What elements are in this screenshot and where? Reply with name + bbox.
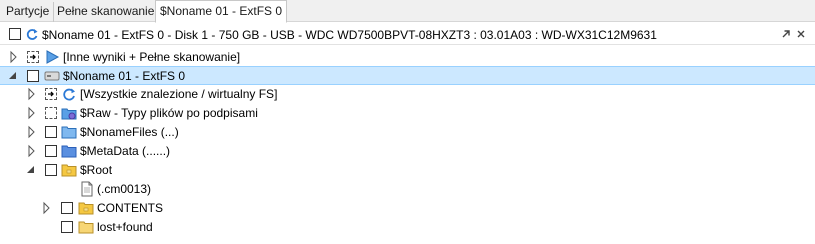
tree-item-label: [Inne wyniki + Pełne skanowanie] (63, 50, 241, 64)
expand-arrow-icon[interactable] (9, 50, 19, 64)
tree-checkbox[interactable] (27, 70, 39, 82)
tree-row[interactable]: $Raw - Typy plików po podpisami (0, 104, 815, 123)
raw-folder-icon (61, 105, 77, 121)
folder-yellow-icon (61, 162, 77, 178)
refresh-icon (61, 86, 77, 102)
drive-icon (44, 68, 60, 84)
expand-arrow-icon[interactable] (27, 106, 37, 120)
tree-item-label: $NonameFiles (...) (80, 125, 179, 139)
tree-item-label: lost+found (97, 220, 153, 234)
expand-arrow-icon[interactable] (27, 87, 37, 101)
play-icon (44, 49, 60, 65)
tree-item-label: $Raw - Typy plików po podpisami (80, 106, 258, 120)
tree-checkbox[interactable] (27, 51, 39, 63)
folder-yellow-icon (78, 219, 94, 235)
collapse-arrow-icon[interactable] (26, 163, 36, 177)
tree-row[interactable]: [Wszystkie znalezione / wirtualny FS] (0, 85, 815, 104)
tree-row[interactable]: [Inne wyniki + Pełne skanowanie] (0, 48, 815, 67)
tab-partycje[interactable]: Partycje (2, 2, 55, 22)
undock-icon[interactable] (780, 28, 794, 42)
tree-item-label: $Root (80, 163, 113, 177)
tree-row[interactable]: (.cm0013) (0, 180, 815, 199)
tab-strip: Partycje Pełne skanowanie $Noname 01 - E… (0, 0, 815, 23)
tab-pelne-skanowanie[interactable]: Pełne skanowanie (53, 2, 158, 22)
header-checkbox[interactable] (9, 28, 21, 40)
expand-arrow-icon[interactable] (27, 144, 37, 158)
tree-checkbox[interactable] (61, 202, 73, 214)
tree-row[interactable]: lost+found (0, 218, 815, 237)
tree-checkbox[interactable] (45, 164, 57, 176)
collapse-arrow-icon[interactable] (8, 69, 18, 83)
tree-checkbox[interactable] (61, 221, 73, 233)
refresh-icon[interactable] (25, 27, 39, 41)
tree-row[interactable]: CONTENTS (0, 199, 815, 218)
tree-checkbox[interactable] (45, 88, 57, 100)
tree-item-label: $MetaData (......) (80, 144, 171, 158)
tree-item-label: $Noname 01 - ExtFS 0 (63, 69, 186, 83)
file-icon (79, 181, 95, 197)
tree-checkbox[interactable] (45, 126, 57, 138)
folder-yellow-icon (78, 200, 94, 216)
tree-item-label: (.cm0013) (97, 182, 152, 196)
tree-row[interactable]: $NonameFiles (...) (0, 123, 815, 142)
close-icon[interactable] (795, 28, 809, 42)
expand-arrow-icon[interactable] (27, 125, 37, 139)
tree-row[interactable]: $MetaData (......) (0, 142, 815, 161)
tree-row-selected[interactable]: $Noname 01 - ExtFS 0 (0, 66, 815, 85)
view-header: $Noname 01 - ExtFS 0 - Disk 1 - 750 GB -… (0, 25, 815, 45)
tab-noname-extfs[interactable]: $Noname 01 - ExtFS 0 (155, 0, 288, 23)
tree-row[interactable]: $Root (0, 161, 815, 180)
tree-item-label: CONTENTS (97, 201, 163, 215)
folder-blue-icon (61, 143, 77, 159)
tree-item-label: [Wszystkie znalezione / wirtualny FS] (80, 87, 278, 101)
folder-blue-icon (61, 124, 77, 140)
expand-arrow-icon[interactable] (42, 201, 52, 215)
tree-checkbox[interactable] (45, 145, 57, 157)
header-title: $Noname 01 - ExtFS 0 - Disk 1 - 750 GB -… (42, 28, 657, 42)
tree-checkbox[interactable] (45, 107, 57, 119)
